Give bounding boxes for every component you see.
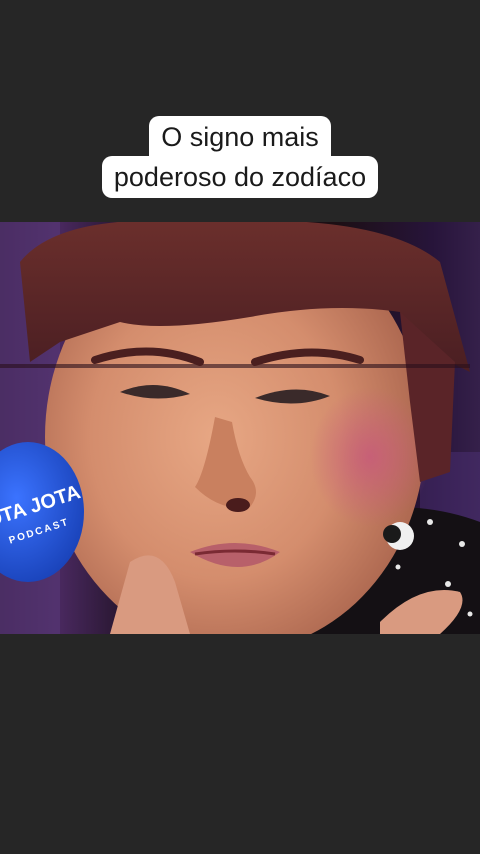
caption-line-2: poderoso do zodíaco bbox=[101, 156, 379, 198]
video-player[interactable]: JOTA JOTA PODCAST bbox=[0, 222, 480, 634]
caption-line-1: O signo mais bbox=[149, 116, 331, 158]
video-frame: JOTA JOTA PODCAST bbox=[0, 222, 480, 634]
app-screen: O signo mais poderoso do zodíaco JOTA JO… bbox=[0, 0, 480, 854]
nostril bbox=[226, 498, 250, 512]
video-caption: O signo mais poderoso do zodíaco bbox=[0, 116, 480, 198]
glitch-line bbox=[0, 364, 470, 368]
